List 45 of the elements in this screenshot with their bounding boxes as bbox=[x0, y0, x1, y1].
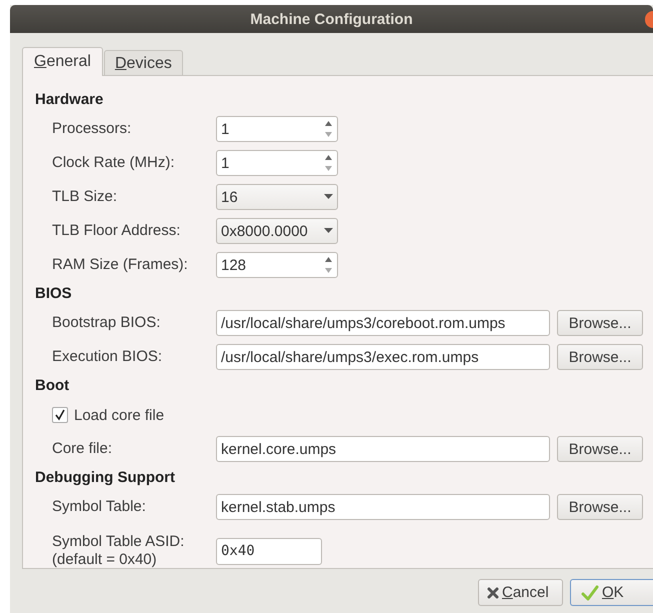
input-field[interactable]: /usr/local/share/umps3/exec.rom.umps bbox=[216, 344, 550, 370]
check-icon bbox=[54, 409, 66, 421]
input-field[interactable]: kernel.stab.umps bbox=[216, 494, 550, 520]
dropdown[interactable]: 16 bbox=[216, 184, 338, 210]
section-heading: BIOS bbox=[35, 284, 73, 304]
browse-button[interactable]: Browse... bbox=[557, 310, 643, 336]
checkbox[interactable] bbox=[52, 407, 68, 423]
stepper-icon bbox=[324, 153, 333, 173]
field-label: Bootstrap BIOS: bbox=[52, 314, 162, 332]
caret-icon bbox=[324, 194, 333, 200]
close-button[interactable] bbox=[645, 11, 653, 28]
field-label: Symbol Table: bbox=[52, 498, 147, 516]
field-label: Symbol Table ASID: bbox=[52, 533, 186, 551]
cancel-button[interactable]: Cancel bbox=[478, 579, 563, 606]
check-icon bbox=[581, 584, 599, 600]
field-label: TLB Floor Address: bbox=[52, 222, 182, 240]
field-label: Core file: bbox=[52, 440, 114, 458]
spin-box[interactable]: 1 bbox=[216, 150, 338, 176]
checkbox-label: Load core file bbox=[74, 406, 164, 424]
field-label: Execution BIOS: bbox=[52, 348, 164, 366]
field-label: Clock Rate (MHz): bbox=[52, 154, 176, 172]
cross-icon bbox=[487, 586, 499, 598]
input-field[interactable]: kernel.core.umps bbox=[216, 436, 550, 462]
dropdown[interactable]: 0x8000.0000 bbox=[216, 218, 338, 244]
section-heading: Boot bbox=[35, 376, 70, 396]
browse-button[interactable]: Browse... bbox=[557, 494, 643, 520]
section-heading: Hardware bbox=[35, 90, 104, 110]
field-label: RAM Size (Frames): bbox=[52, 256, 189, 274]
window-title: Machine Configuration bbox=[250, 10, 413, 28]
browse-button[interactable]: Browse... bbox=[557, 436, 643, 462]
field-label: Processors: bbox=[52, 120, 132, 138]
input-field[interactable]: 0x40 bbox=[216, 538, 322, 564]
browse-button[interactable]: Browse... bbox=[557, 344, 643, 370]
field-note: (default = 0x40) bbox=[52, 551, 158, 569]
section-heading: Debugging Support bbox=[35, 468, 176, 488]
field-label: TLB Size: bbox=[52, 188, 118, 206]
spin-box[interactable]: 1 bbox=[216, 116, 338, 142]
caret-icon bbox=[324, 228, 333, 234]
ok-button[interactable]: OK bbox=[570, 579, 653, 606]
tab[interactable]: Devices bbox=[104, 50, 183, 75]
stepper-icon bbox=[324, 255, 333, 275]
input-field[interactable]: /usr/local/share/umps3/coreboot.rom.umps bbox=[216, 310, 550, 336]
spin-box[interactable]: 128 bbox=[216, 252, 338, 278]
stepper-icon bbox=[324, 119, 333, 139]
tab[interactable]: General bbox=[22, 47, 103, 76]
